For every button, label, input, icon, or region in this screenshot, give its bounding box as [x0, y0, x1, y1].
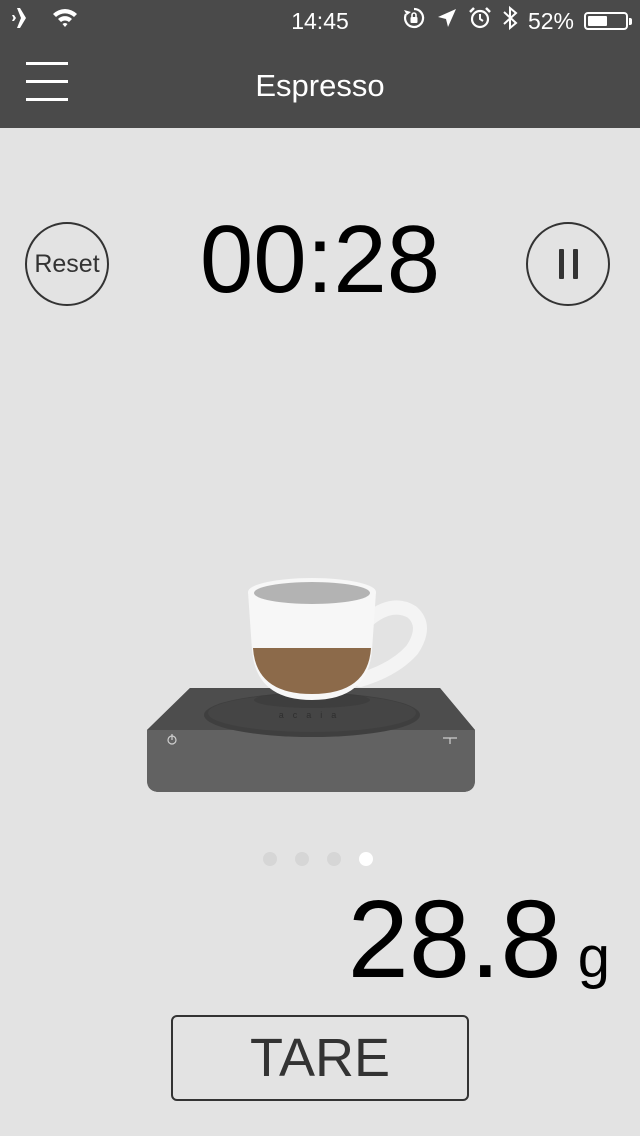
status-bar: 14:45 52% — [0, 0, 640, 40]
weight-unit: g — [577, 925, 610, 990]
battery-fill — [588, 16, 607, 26]
bluetooth-icon — [502, 5, 518, 37]
pause-icon — [558, 249, 578, 279]
tare-button[interactable]: TARE — [171, 1015, 469, 1101]
weight-value: 28.8 — [347, 878, 562, 1001]
scale-brand-text: acaia — [279, 710, 346, 720]
page-title: Espresso — [255, 68, 385, 103]
reset-button[interactable]: Reset — [25, 222, 109, 306]
page-dot-active[interactable] — [359, 852, 373, 866]
location-arrow-icon — [436, 7, 458, 35]
alarm-clock-icon — [468, 6, 492, 36]
scale-with-cup-illustration: acaia — [140, 570, 490, 800]
page-dot[interactable] — [295, 852, 309, 866]
page-dot[interactable] — [327, 852, 341, 866]
hamburger-menu-icon-line — [26, 62, 68, 65]
battery-percent: 52% — [527, 8, 574, 34]
weight-readout: 28.8 g — [348, 880, 610, 1000]
page-indicator[interactable] — [263, 852, 373, 866]
app-header: 14:45 52% Espresso — [0, 0, 640, 128]
rotation-lock-icon — [402, 6, 426, 36]
status-right: 52% — [402, 5, 632, 37]
pause-button[interactable] — [526, 222, 610, 306]
page-dot[interactable] — [263, 852, 277, 866]
timer-display: 00:28 — [199, 206, 441, 313]
battery-icon — [584, 12, 632, 30]
